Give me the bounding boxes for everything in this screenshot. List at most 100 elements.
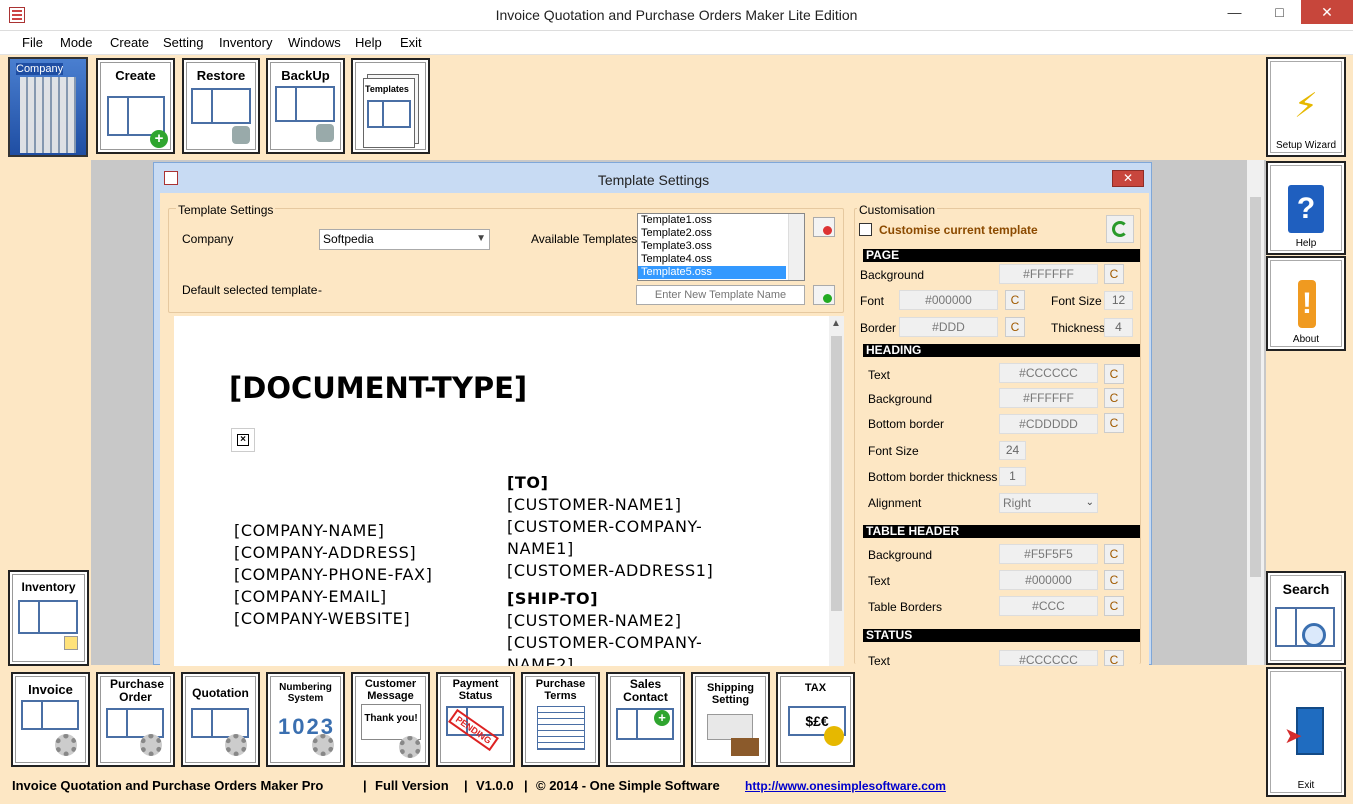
company-tile[interactable]: Company [8,57,88,157]
table-background-field[interactable]: #F5F5F5 [999,544,1098,564]
menu-create[interactable]: Create [110,35,149,50]
create-button[interactable]: Create + [96,58,175,154]
templates-listbox[interactable]: Template1.oss Template2.oss Template3.os… [637,213,805,281]
table-borders-field[interactable]: #CCC [999,596,1098,616]
page-background-field[interactable]: #FFFFFF [999,264,1098,284]
list-item[interactable]: Template4.oss [638,253,804,266]
quotation-button[interactable]: Quotation [181,672,260,767]
document-icon [191,708,249,738]
listbox-scrollbar[interactable] [788,214,804,280]
scroll-up-icon[interactable]: ▲ [831,318,841,329]
shipping-setting-button[interactable]: Shipping Setting [691,672,770,767]
table-text-color-button[interactable]: C [1104,570,1124,590]
list-item-selected[interactable]: Template5.oss [638,266,786,279]
list-item[interactable]: Template3.oss [638,240,804,253]
heading-text-color-button[interactable]: C [1104,364,1124,384]
create-label: Create [115,68,156,83]
table-background-color-button[interactable]: C [1104,544,1124,564]
page-thickness-field[interactable]: 4 [1104,318,1133,337]
company-tile-label: Company [16,63,64,75]
shipto-line: NAME2] [507,655,574,666]
page-border-field[interactable]: #DDD [899,317,998,337]
gear-icon [225,734,247,756]
menu-setting[interactable]: Setting [163,35,203,50]
status-text-color-button[interactable]: C [1104,650,1124,667]
new-template-input[interactable] [636,285,805,305]
scroll-thumb[interactable] [1250,197,1261,577]
heading-background-color-button[interactable]: C [1104,388,1124,408]
menu-inventory[interactable]: Inventory [219,35,272,50]
available-templates-label: Available Templates [531,232,638,246]
menu-mode[interactable]: Mode [60,35,93,50]
help-button[interactable]: ? Help [1266,161,1346,255]
inventory-button[interactable]: Inventory [8,570,89,666]
status-text-field[interactable]: #CCCCCC [999,650,1098,667]
heading-background-field[interactable]: #FFFFFF [999,388,1098,408]
to-line: [CUSTOMER-COMPANY- [507,517,703,536]
heading-bottom-border-label: Bottom border [868,417,945,431]
heading-text-field[interactable]: #CCCCCC [999,363,1098,383]
page-fontsize-field[interactable]: 12 [1104,291,1133,310]
exit-label: Exit [1297,780,1315,791]
menu-file[interactable]: File [22,35,43,50]
search-button[interactable]: Search [1266,571,1346,665]
delete-template-button[interactable] [813,217,835,237]
website-link[interactable]: http://www.onesimplesoftware.com [745,779,946,793]
exit-button[interactable]: ➤ Exit [1266,667,1346,797]
list-item[interactable]: Template1.oss [638,214,804,227]
company-phone-line: [COMPANY-PHONE-FAX] [234,565,433,584]
document-icon [191,88,251,124]
menu-exit[interactable]: Exit [400,35,422,50]
heading-fontsize-field[interactable]: 24 [999,441,1026,460]
document-icon [21,700,79,730]
heading-bbt-field[interactable]: 1 [999,467,1026,486]
page-background-color-button[interactable]: C [1104,264,1124,284]
customise-checkbox-label[interactable]: Customise current template [879,223,1038,237]
numbering-system-button[interactable]: Numbering System 1023 [266,672,345,767]
close-button[interactable]: ✕ [1301,0,1353,24]
title-bar: Invoice Quotation and Purchase Orders Ma… [0,0,1353,31]
maximize-button[interactable]: □ [1257,0,1302,24]
status-copyright: © 2014 - One Simple Software [536,778,720,793]
table-borders-color-button[interactable]: C [1104,596,1124,616]
shipto-line: [CUSTOMER-COMPANY- [507,633,703,652]
customise-checkbox[interactable] [859,223,872,236]
setup-wizard-button[interactable]: ⚡ Setup Wizard [1266,57,1346,157]
scroll-thumb[interactable] [831,336,842,611]
preview-scrollbar-track[interactable]: ▲ [829,316,844,666]
refresh-button[interactable] [1106,215,1134,243]
minimize-button[interactable]: — [1212,0,1257,24]
purchase-terms-button[interactable]: Purchase Terms [521,672,600,767]
table-text-field[interactable]: #000000 [999,570,1098,590]
exit-arrow-icon: ➤ [1284,723,1303,748]
dialog-close-button[interactable]: ✕ [1112,170,1144,187]
template-settings-dialog: Template Settings ✕ Template Settings Co… [153,162,1152,668]
menu-windows[interactable]: Windows [288,35,341,50]
invoice-button[interactable]: Invoice [11,672,90,767]
table-background-label: Background [868,548,933,562]
page-font-color-button[interactable]: C [1005,290,1025,310]
backup-label: BackUp [281,68,330,83]
page-font-field[interactable]: #000000 [899,290,998,310]
purchase-order-button[interactable]: Purchase Order [96,672,175,767]
work-area-scrollbar[interactable] [1247,160,1264,665]
templates-button[interactable]: Templates [351,58,430,154]
database-icon [316,124,334,142]
tax-button[interactable]: TAX $£€ [776,672,855,767]
heading-bottom-border-field[interactable]: #CDDDDD [999,414,1098,434]
restore-button[interactable]: Restore [182,58,260,154]
menu-help[interactable]: Help [355,35,382,50]
about-button[interactable]: ! About [1266,256,1346,351]
company-select[interactable]: Softpedia ▼ [319,229,490,250]
sales-contact-button[interactable]: Sales Contact + [606,672,685,767]
heading-alignment-select[interactable]: Right ⌄ [999,493,1098,513]
add-template-button[interactable] [813,285,835,305]
heading-bottom-border-color-button[interactable]: C [1104,413,1124,433]
customer-message-button[interactable]: Customer Message Thank you! [351,672,430,767]
heading-alignment-value: Right [1003,496,1032,510]
payment-status-button[interactable]: Payment Status PENDING [436,672,515,767]
list-item[interactable]: Template2.oss [638,227,804,240]
company-label: Company [182,232,234,246]
backup-button[interactable]: BackUp [266,58,345,154]
page-border-color-button[interactable]: C [1005,317,1025,337]
